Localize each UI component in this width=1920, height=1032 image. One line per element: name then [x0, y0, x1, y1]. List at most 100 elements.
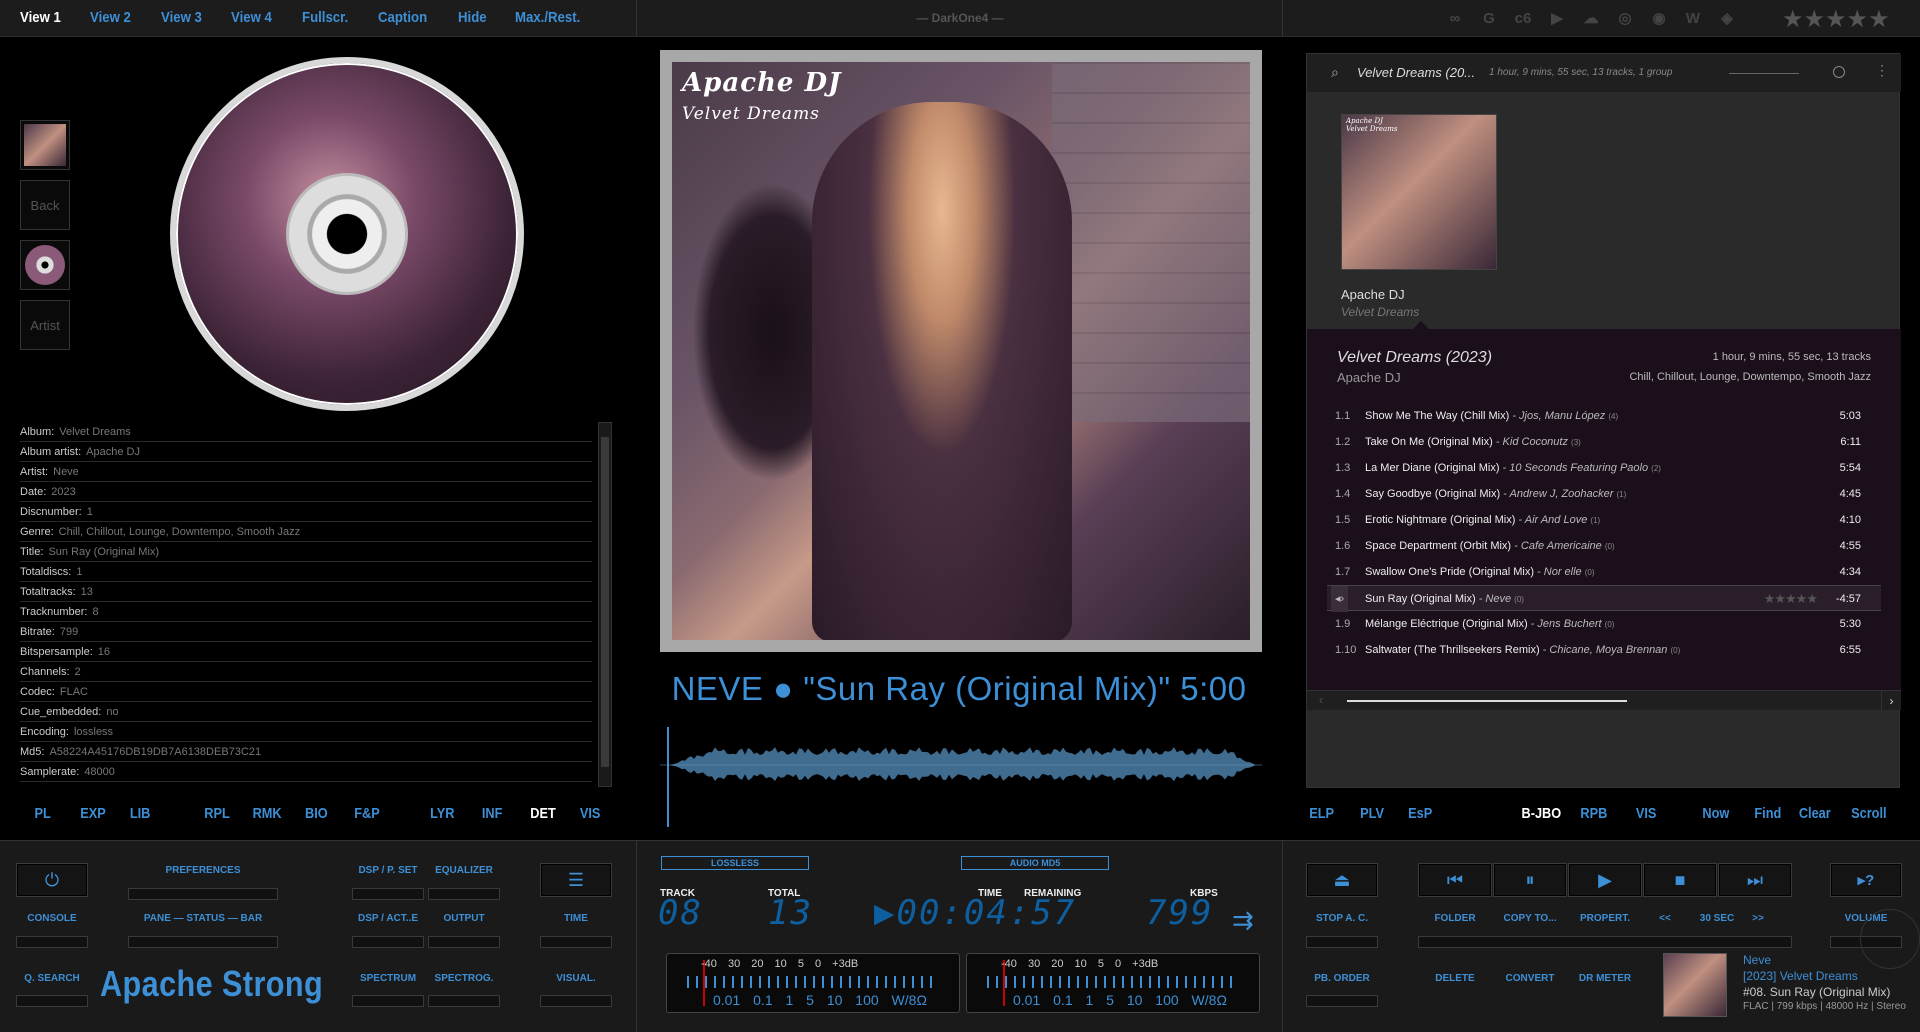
console-button[interactable] — [16, 936, 88, 948]
power-button[interactable]: ⏻ — [16, 863, 88, 897]
youtube-icon[interactable]: ▶ — [1547, 8, 1567, 28]
horizontal-scrollbar[interactable]: ‹ › — [1307, 690, 1901, 711]
track-artist-sep: - — [1509, 410, 1520, 422]
spotify-icon[interactable]: ◎ — [1615, 8, 1635, 28]
help-button[interactable]: ▸? — [1830, 863, 1902, 897]
seek-back-label[interactable]: << — [1655, 913, 1675, 924]
eject-button[interactable]: ⏏ — [1306, 863, 1378, 897]
tab-pl[interactable]: PL — [34, 805, 50, 822]
search-icon[interactable]: ⌕ — [1331, 64, 1339, 81]
metadata-scrollbar[interactable] — [598, 422, 612, 787]
time-button[interactable] — [540, 936, 612, 948]
qsearch-button[interactable] — [16, 995, 88, 1007]
nav-hide[interactable]: Hide — [458, 9, 487, 26]
metadata-value: Sun Ray (Original Mix) — [48, 546, 160, 558]
scroll-right-icon[interactable]: › — [1881, 691, 1901, 711]
disc-thumb-button[interactable] — [20, 240, 70, 290]
cover-thumb-button[interactable] — [20, 120, 70, 170]
nav-view3[interactable]: View 3 — [161, 9, 202, 26]
menu-button[interactable]: ☰ — [540, 863, 612, 897]
volume-knob[interactable] — [1860, 909, 1920, 969]
nav-caption[interactable]: Caption — [378, 9, 427, 26]
convert-label[interactable]: CONVERT — [1493, 973, 1567, 984]
next-button[interactable]: ⏭ — [1718, 863, 1792, 897]
tab-now[interactable]: Now — [1702, 805, 1729, 822]
track-row[interactable]: 1.2 Take On Me (Original Mix) - Kid Cocon… — [1327, 429, 1881, 455]
tab-rpb[interactable]: RPB — [1580, 805, 1607, 822]
dsp-pset-button[interactable] — [352, 888, 424, 900]
play-button[interactable]: ▶ — [1568, 863, 1642, 897]
discogs-icon[interactable]: c6 — [1513, 8, 1533, 28]
tab-bjbo[interactable]: B-JBO — [1522, 805, 1562, 822]
scroll-left-icon[interactable]: ‹ — [1319, 693, 1323, 707]
pause-button[interactable]: ⏸ — [1493, 863, 1567, 897]
equalizer-button[interactable] — [428, 888, 500, 900]
tab-inf[interactable]: INF — [482, 805, 503, 822]
circle-icon[interactable] — [1833, 66, 1845, 78]
track-row[interactable]: ◂› Sun Ray (Original Mix) - Neve (0) ★★★★★… — [1327, 585, 1881, 612]
tab-exp[interactable]: EXP — [80, 805, 106, 822]
more-options-icon[interactable]: ⋮ — [1875, 62, 1889, 79]
tab-bio[interactable]: BIO — [305, 805, 328, 822]
track-row[interactable]: 1.10 Saltwater (The Thrillseekers Remix) … — [1327, 637, 1881, 663]
soundcloud-icon[interactable]: ☁ — [1581, 8, 1601, 28]
seek-forward-label[interactable]: >> — [1748, 913, 1768, 924]
track-artist-sep: - — [1539, 644, 1550, 656]
track-row[interactable]: 1.3 La Mer Diane (Original Mix) - 10 Seco… — [1327, 455, 1881, 481]
stop-ac-button[interactable] — [1306, 936, 1378, 948]
tab-vis-right[interactable]: VIS — [1636, 805, 1657, 822]
metadata-key: Bitrate: — [20, 626, 55, 638]
track-row[interactable]: 1.9 Mélange Eléctrique (Original Mix) - J… — [1327, 611, 1881, 637]
tab-elp[interactable]: ELP — [1309, 805, 1334, 822]
tab-scroll[interactable]: Scroll — [1851, 805, 1886, 822]
tab-rpl[interactable]: RPL — [204, 805, 230, 822]
wikipedia-icon[interactable]: W — [1683, 8, 1703, 28]
tab-det[interactable]: DET — [530, 805, 556, 822]
track-row[interactable]: 1.6 Space Department (Orbit Mix) - Cafe A… — [1327, 533, 1881, 559]
track-rating-stars[interactable]: ★★★★★ — [1764, 586, 1818, 612]
nav-view1[interactable]: View 1 — [20, 9, 61, 26]
target-icon[interactable]: ◉ — [1649, 8, 1669, 28]
delete-label[interactable]: DELETE — [1418, 973, 1492, 984]
tab-lib[interactable]: LIB — [130, 805, 151, 822]
track-row[interactable]: 1.4 Say Goodbye (Original Mix) - Andrew J… — [1327, 481, 1881, 507]
tab-fp[interactable]: F&P — [354, 805, 380, 822]
zoom-slider[interactable] — [1729, 73, 1799, 74]
track-row[interactable]: 1.7 Swallow One's Pride (Original Mix) - … — [1327, 559, 1881, 585]
seek-30sec-label[interactable]: 30 SEC — [1695, 913, 1739, 924]
track-row[interactable]: 1.5 Erotic Nightmare (Original Mix) - Air… — [1327, 507, 1881, 533]
rating-stars[interactable]: ★★★★★ — [1782, 5, 1890, 34]
google-icon[interactable]: G — [1479, 8, 1499, 28]
nav-maxrest[interactable]: Max./Rest. — [515, 9, 580, 26]
nav-view4[interactable]: View 4 — [231, 9, 272, 26]
pb-order-button[interactable] — [1306, 995, 1378, 1007]
tab-rmk[interactable]: RMK — [253, 805, 282, 822]
tab-clear[interactable]: Clear — [1799, 805, 1831, 822]
previous-button[interactable]: ⏮ — [1418, 863, 1492, 897]
action-slot-bar[interactable] — [1418, 936, 1792, 948]
waveform-seekbar[interactable] — [660, 727, 1262, 827]
tab-esp[interactable]: EsP — [1408, 805, 1432, 822]
stop-button[interactable]: ■ — [1643, 863, 1717, 897]
spectrum-button[interactable] — [352, 995, 424, 1007]
tab-vis[interactable]: VIS — [580, 805, 601, 822]
podcast-icon[interactable]: ◈ — [1717, 8, 1737, 28]
tab-plv[interactable]: PLV — [1360, 805, 1384, 822]
tab-lyr[interactable]: LYR — [430, 805, 454, 822]
nav-fullscreen[interactable]: Fullscr. — [302, 9, 348, 26]
console-label: CONSOLE — [27, 913, 77, 924]
track-row[interactable]: 1.1 Show Me The Way (Chill Mix) - Jjos, M… — [1327, 403, 1881, 429]
preferences-button[interactable] — [128, 888, 278, 900]
spectrog-button[interactable] — [428, 995, 500, 1007]
artist-button[interactable]: Artist — [20, 300, 70, 350]
back-button[interactable]: Back — [20, 180, 70, 230]
nav-view2[interactable]: View 2 — [90, 9, 131, 26]
dr-meter-label[interactable]: DR METER — [1568, 973, 1642, 984]
group-album-art[interactable]: Apache DJ Velvet Dreams — [1341, 114, 1497, 270]
pane-status-button[interactable] — [128, 936, 278, 948]
link-icon[interactable]: ∞ — [1445, 8, 1465, 28]
visual-button[interactable] — [540, 995, 612, 1007]
tab-find[interactable]: Find — [1754, 805, 1781, 822]
output-button[interactable] — [428, 936, 500, 948]
dsp-act-button[interactable] — [352, 936, 424, 948]
